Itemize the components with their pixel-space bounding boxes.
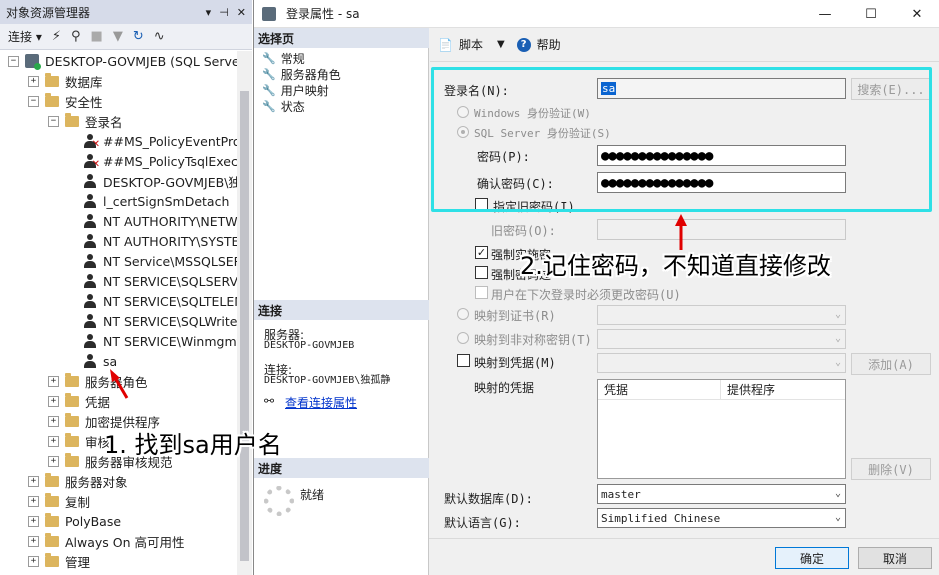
annotation-step1: 1. 找到sa用户名 bbox=[104, 431, 282, 459]
screen: 对象资源管理器 ▾ ⊣ ✕ 连接 ▾ ⚡ ⚲ ■ ▼ ↻ ∿ − DESKTOP-… bbox=[0, 0, 939, 575]
arrow-to-password-icon bbox=[675, 214, 687, 250]
annotation-step2: 2.记住密码，不知道直接修改 bbox=[520, 252, 831, 280]
arrow-to-sa-icon bbox=[110, 369, 129, 399]
annotation-arrows bbox=[110, 214, 687, 399]
